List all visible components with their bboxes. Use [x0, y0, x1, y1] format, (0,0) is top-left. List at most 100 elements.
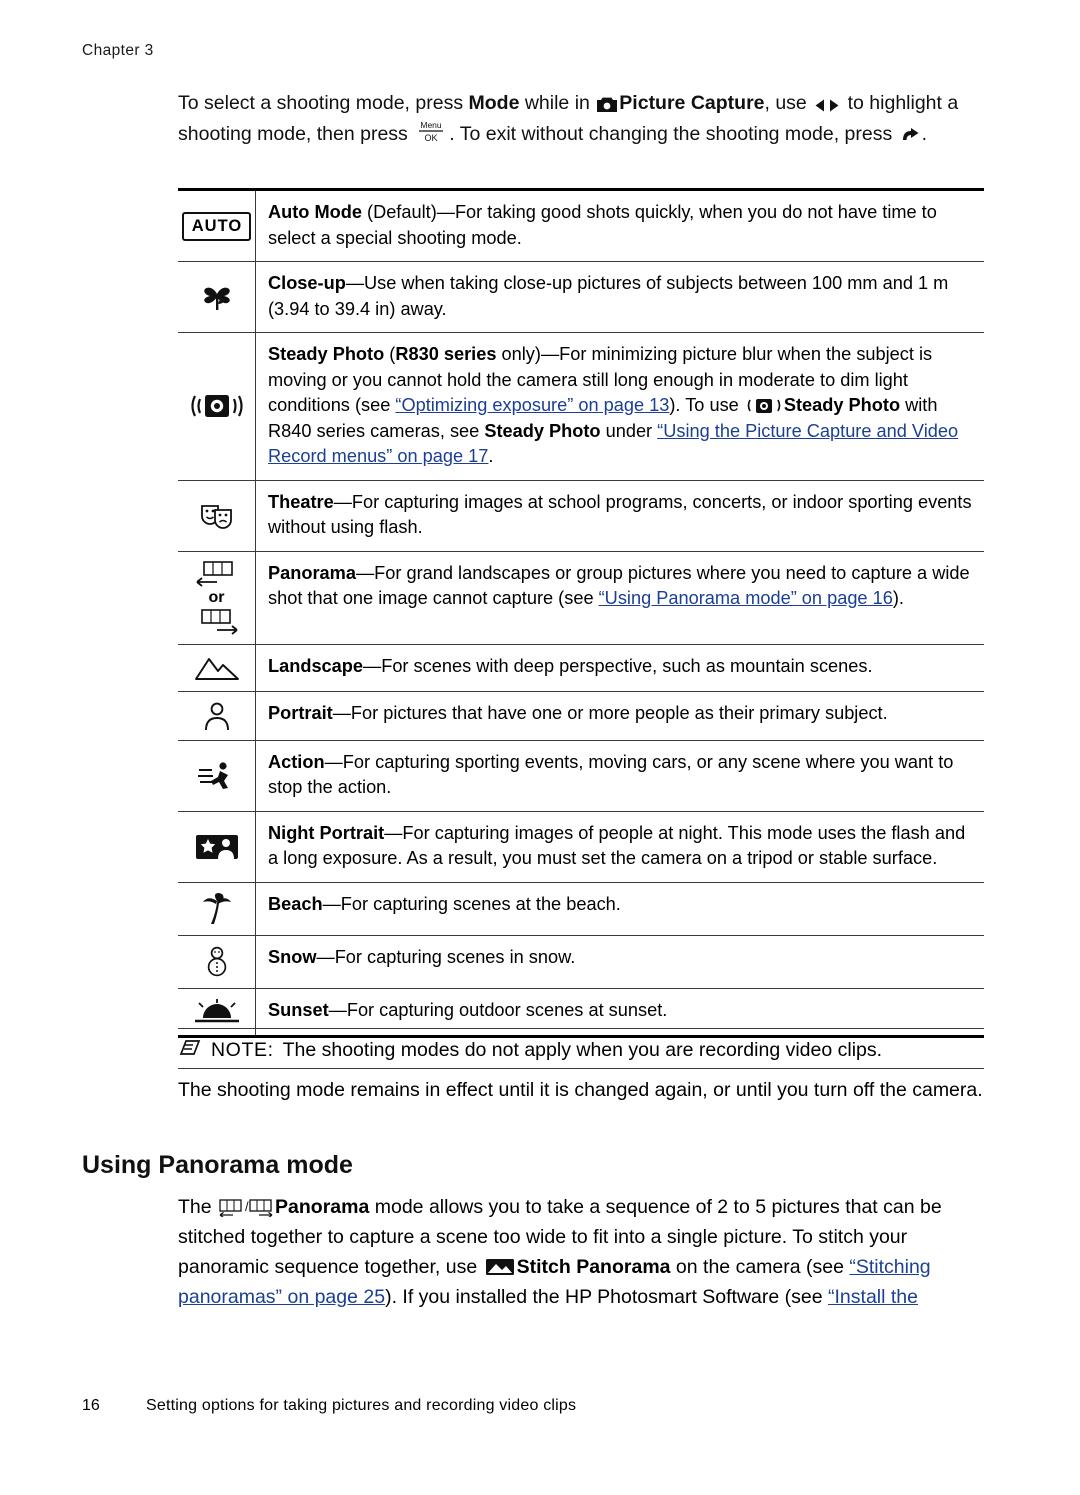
mode-bold-steady-photo: Steady Photo	[783, 395, 901, 415]
note-label: NOTE:	[211, 1039, 274, 1061]
table-row: Action—For capturing sporting events, mo…	[178, 740, 984, 812]
mode-title-series: R830 series	[395, 344, 497, 364]
mode-body: —For capturing sporting events, moving c…	[268, 751, 954, 798]
document-page: Chapter 3 To select a shooting mode, pre…	[0, 0, 1080, 1495]
table-row: or Panorama—For grand landscapes or grou…	[178, 551, 984, 645]
intro-paragraph: To select a shooting mode, press Mode wh…	[178, 88, 984, 149]
action-runner-icon	[178, 740, 256, 811]
mode-body: —For pictures that have one or more peop…	[332, 702, 888, 723]
table-row: Beach—For capturing scenes at the beach.	[178, 882, 984, 936]
intro-text-1: To select a shooting mode, press	[178, 92, 469, 114]
panorama-left-icon	[195, 560, 233, 587]
table-row: Night Portrait—For capturing images of p…	[178, 811, 984, 883]
mode-body: —For capturing outdoor scenes at sunset.	[328, 999, 668, 1020]
page-section-heading: Using Panorama mode	[82, 1151, 353, 1179]
table-row: Steady Photo (R830 series only)—For mini…	[178, 333, 984, 481]
mode-title: Theatre	[268, 491, 334, 512]
mode-body: —For scenes with deep perspective, such …	[363, 655, 873, 676]
panorama-bold-2: Stitch Panorama	[516, 1256, 671, 1278]
mode-body-5: under	[600, 420, 658, 441]
mode-title-suffix: (Default)	[361, 202, 437, 222]
back-arrow-icon	[900, 127, 920, 144]
mode-keyword: Mode	[468, 92, 520, 114]
svg-text:Menu: Menu	[421, 120, 443, 130]
panorama-paragraph: The / Panorama mode allows you to take a …	[178, 1192, 986, 1312]
table-cell-description: Action—For capturing sporting events, mo…	[256, 741, 984, 811]
stitch-panorama-icon	[485, 1257, 515, 1277]
mode-title: Auto Mode	[268, 202, 362, 222]
table-cell-description: Portrait—For pictures that have one or m…	[256, 692, 984, 740]
steady-photo-inline-icon	[746, 396, 782, 415]
night-portrait-icon	[178, 811, 256, 882]
mode-bold-steady-photo-2: Steady Photo	[484, 420, 601, 441]
mode-body: —For capturing scenes at the beach.	[322, 893, 621, 914]
panorama-right-icon	[200, 608, 238, 635]
table-row: Portrait—For pictures that have one or m…	[178, 691, 984, 741]
footer-page-number: 16	[82, 1397, 100, 1414]
mode-title: Sunset	[268, 999, 329, 1020]
steady-photo-icon	[178, 333, 256, 480]
footer-section-title: Setting options for taking pictures and …	[146, 1397, 577, 1414]
auto-mode-icon-label: AUTO	[181, 211, 252, 241]
panorama-text-1: The	[178, 1196, 218, 1218]
table-cell-description: Landscape—For scenes with deep perspecti…	[256, 645, 984, 691]
note-text: The shooting modes do not apply when you…	[282, 1039, 883, 1061]
panorama-text-3: on the camera (see	[670, 1256, 850, 1278]
mode-body-2: ).	[892, 588, 904, 608]
table-row: Snow—For capturing scenes in snow.	[178, 935, 984, 989]
table-cell-description: Beach—For capturing scenes at the beach.	[256, 883, 984, 935]
after-note-paragraph: The shooting mode remains in effect unti…	[178, 1079, 983, 1101]
intro-text-5: . To exit without changing the shooting …	[449, 123, 898, 145]
left-right-arrows-icon	[814, 98, 840, 113]
mode-title: Panorama	[268, 562, 356, 583]
snow-snowman-icon	[178, 935, 256, 988]
panorama-pair-icon: /	[219, 1197, 273, 1217]
panorama-text-4: ). If you installed the HP Photosmart So…	[385, 1286, 829, 1308]
intro-text-6: .	[921, 123, 928, 145]
beach-palm-icon	[178, 882, 256, 935]
table-row: Close-up—Use when taking close-up pictur…	[178, 262, 984, 333]
link-using-panorama-mode[interactable]: “Using Panorama mode” on page 16	[599, 588, 893, 608]
mode-title: Steady Photo	[268, 344, 385, 364]
panorama-or-label: or	[208, 588, 225, 606]
intro-text-3: , use	[764, 92, 813, 114]
mode-body-6: .	[488, 446, 494, 466]
auto-mode-icon: AUTO	[178, 191, 256, 261]
table-cell-description: Theatre—For capturing images at school p…	[256, 481, 984, 551]
table-cell-description: Night Portrait—For capturing images of p…	[256, 812, 984, 882]
table-row: AUTO Auto Mode (Default)—For taking good…	[178, 188, 984, 262]
table-row: Theatre—For capturing images at school p…	[178, 480, 984, 552]
mode-title: Portrait	[268, 702, 333, 723]
panorama-icons-group: or	[178, 551, 256, 644]
close-up-flower-icon	[178, 262, 256, 332]
landscape-mountain-icon	[178, 644, 256, 691]
note-bottom-rule	[178, 1068, 984, 1069]
link-optimizing-exposure[interactable]: “Optimizing exposure” on page 13	[395, 395, 669, 415]
mode-title: Action	[268, 751, 325, 772]
mode-title-paren-open: (	[384, 344, 396, 364]
mode-title-paren-rest: only)	[496, 344, 541, 364]
note-pencil-icon	[178, 1036, 202, 1060]
table-cell-description: Auto Mode (Default)—For taking good shot…	[256, 191, 984, 261]
theatre-masks-icon	[178, 480, 256, 551]
table-cell-description: Close-up—Use when taking close-up pictur…	[256, 262, 984, 332]
chapter-header: Chapter 3	[82, 42, 154, 59]
table-row: Landscape—For scenes with deep perspecti…	[178, 644, 984, 692]
camera-capture-icon	[596, 96, 618, 113]
menu-ok-button-icon: Menu OK	[415, 118, 447, 144]
svg-text:/: /	[245, 1199, 249, 1214]
shooting-modes-table: AUTO Auto Mode (Default)—For taking good…	[178, 188, 984, 1038]
mode-title: Beach	[268, 893, 323, 914]
note-top-rule	[178, 1028, 984, 1029]
picture-capture-keyword: Picture Capture	[619, 92, 765, 114]
intro-text-2: while in	[519, 92, 596, 114]
mode-title: Landscape	[268, 655, 364, 676]
mode-title: Close-up	[268, 273, 346, 293]
panorama-bold-1: Panorama	[275, 1196, 370, 1218]
portrait-person-icon	[178, 691, 256, 740]
mode-body: —Use when taking close-up pictures of su…	[268, 273, 949, 319]
mode-body-2: ). To use	[669, 395, 744, 415]
mode-title: Snow	[268, 946, 317, 967]
link-install-the[interactable]: “Install the	[828, 1286, 918, 1308]
table-row: Sunset—For capturing outdoor scenes at s…	[178, 988, 984, 1038]
